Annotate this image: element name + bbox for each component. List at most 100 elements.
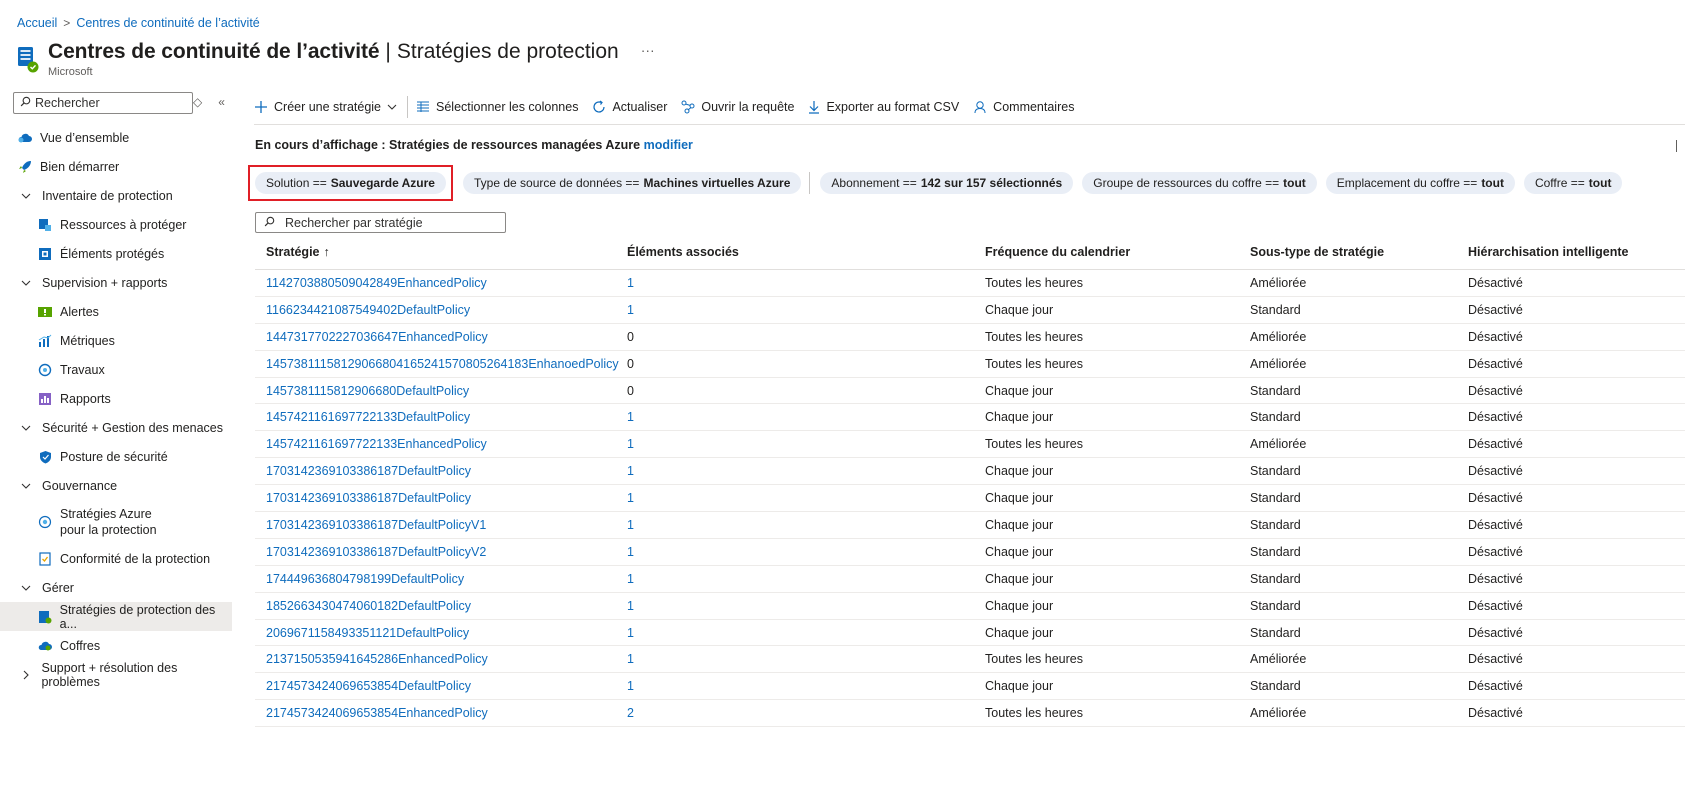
- policy-name-link[interactable]: 2137150535941645286EnhancedPolicy: [255, 652, 624, 666]
- sidebar-item-jobs[interactable]: Travaux: [0, 355, 232, 384]
- schedule-frequency: Chaque jour: [985, 410, 1054, 425]
- smart-tiering-status: Désactivé: [1468, 410, 1523, 425]
- column-header-policy[interactable]: Stratégie ↑: [255, 245, 624, 259]
- sidebar-search-input[interactable]: Rechercher: [13, 92, 193, 114]
- modify-view-link[interactable]: modifier: [644, 138, 693, 152]
- select-columns-button[interactable]: Sélectionner les colonnes: [416, 100, 578, 114]
- policy-name-link[interactable]: 2174573424069653854DefaultPolicy: [255, 679, 624, 693]
- policy-name-link[interactable]: 1703142369103386187DefaultPolicy: [255, 491, 624, 505]
- sidebar-item-metrics[interactable]: Métriques: [0, 326, 232, 355]
- sidebar-group-monitoring-reports[interactable]: Supervision + rapports: [0, 268, 232, 297]
- sidebar-group-support[interactable]: Support + résolution des problèmes: [0, 660, 232, 689]
- sidebar-item-reports[interactable]: Rapports: [0, 384, 232, 413]
- policy-name-link[interactable]: 1166234421087549402DefaultPolicy: [255, 303, 624, 317]
- policy-name-link[interactable]: 1447317702227036647EnhancedPolicy: [255, 330, 624, 344]
- filter-pill-location[interactable]: Emplacement du coffre == tout: [1325, 172, 1515, 194]
- export-csv-button[interactable]: Exporter au format CSV: [808, 100, 959, 114]
- sidebar-group-governance[interactable]: Gouvernance: [0, 471, 232, 500]
- sidebar-item-compliance[interactable]: Conformité de la protection: [0, 544, 232, 573]
- associated-items-count[interactable]: 1: [624, 599, 985, 613]
- breadcrumb-home-link[interactable]: Accueil: [17, 16, 57, 30]
- schedule-frequency: Chaque jour: [985, 679, 1054, 694]
- sidebar-item-get-started[interactable]: Bien démarrer: [0, 152, 232, 181]
- filter-pill-datasource-type[interactable]: Type de source de données == Machines vi…: [462, 172, 802, 194]
- associated-items-count[interactable]: 1: [624, 545, 985, 559]
- sidebar-item-overview[interactable]: Vue d’ensemble: [0, 123, 232, 152]
- table-row: 2069671158493351121DefaultPolicy 1 Chaque …: [255, 620, 1685, 647]
- policy-name-link[interactable]: 2174573424069653854EnhancedPolicy: [255, 706, 624, 720]
- associated-items-count[interactable]: 1: [624, 276, 985, 290]
- filter-pill-resource-group[interactable]: Groupe de ressources du coffre == tout: [1082, 172, 1317, 194]
- refresh-button[interactable]: Actualiser: [592, 100, 667, 114]
- associated-items-count[interactable]: 1: [624, 652, 985, 666]
- column-header-schedule[interactable]: Fréquence du calendrier: [985, 245, 1250, 259]
- policy-name-link[interactable]: 1703142369103386187DefaultPolicy: [255, 464, 624, 478]
- policy-name-link[interactable]: 1142703880509042849EnhancedPolicy: [255, 276, 624, 290]
- policy-name-link[interactable]: 1457381115812906680DefaultPolicy: [255, 384, 624, 398]
- schedule-frequency: Chaque jour: [985, 598, 1054, 613]
- sidebar-item-security-posture[interactable]: Posture de sécurité: [0, 442, 232, 471]
- compliance-icon: [37, 551, 53, 567]
- associated-items-count[interactable]: 1: [624, 437, 985, 451]
- page-title: Centres de continuité de l’activité: [48, 40, 380, 63]
- policy-search-input[interactable]: Rechercher par stratégie: [255, 212, 506, 233]
- associated-items-count[interactable]: 2: [624, 706, 985, 720]
- policy-name-link[interactable]: 145738111581290668041652415708052641​83E…: [255, 357, 624, 371]
- toolbar-divider-line: [254, 124, 1685, 125]
- vault-icon: [37, 638, 53, 654]
- sidebar-item-label: Coffres: [60, 638, 101, 653]
- policy-name-link[interactable]: 1703142369103386187DefaultPolicyV2: [255, 545, 624, 559]
- associated-items-count[interactable]: 1: [624, 410, 985, 424]
- smart-tiering-status: Désactivé: [1468, 437, 1523, 452]
- business-continuity-icon: [17, 46, 39, 74]
- breadcrumb-current-link[interactable]: Centres de continuité de l’activité: [76, 16, 259, 30]
- sidebar-group-manage[interactable]: Gérer: [0, 573, 232, 602]
- sidebar-item-label: Gouvernance: [42, 478, 118, 493]
- table-row: 1457381115812906680DefaultPolicy 0 Chaque …: [255, 378, 1685, 405]
- associated-items-count[interactable]: 1: [624, 303, 985, 317]
- associated-items-count[interactable]: 1: [624, 572, 985, 586]
- associated-items-count[interactable]: 1: [624, 491, 985, 505]
- associated-items-count[interactable]: 1: [624, 464, 985, 478]
- collapse-sidebar-icon[interactable]: «: [218, 95, 225, 109]
- policy-subtype: Standard: [1250, 598, 1301, 613]
- filter-pill-subscription[interactable]: Abonnement == 142 sur 157 sélectionnés: [820, 172, 1074, 194]
- associated-items-count[interactable]: 1: [624, 518, 985, 532]
- schedule-frequency: Chaque jour: [985, 625, 1054, 640]
- policy-name-link[interactable]: 1852663430474060182DefaultPolicy: [255, 599, 624, 613]
- sidebar-group-security[interactable]: Sécurité + Gestion des menaces: [0, 413, 232, 442]
- sidebar-item-protected-items[interactable]: Éléments protégés: [0, 239, 232, 268]
- page-org: Microsoft: [48, 66, 93, 78]
- filter-diamond-icon[interactable]: ◇: [193, 95, 202, 109]
- policy-subtype: Standard: [1250, 383, 1301, 398]
- sidebar-item-protection-policies[interactable]: Stratégies de protection des a...: [0, 602, 232, 631]
- policy-name-link[interactable]: 2069671158493351121DefaultPolicy: [255, 626, 624, 640]
- policy-name-link[interactable]: 174449636804798199DefaultPolicy: [255, 572, 624, 586]
- table-row: 1703142369103386187DefaultPolicy 1 Chaque …: [255, 485, 1685, 513]
- table-row: 2174573424069653854DefaultPolicy 1 Chaque …: [255, 673, 1685, 701]
- sidebar-item-alerts[interactable]: Alertes: [0, 297, 232, 326]
- column-header-smart-tiering[interactable]: Hiérarchisation intelligente: [1468, 245, 1685, 259]
- associated-items-count[interactable]: 1: [624, 626, 985, 640]
- policy-name-link[interactable]: 1703142369103386187DefaultPolicyV1: [255, 518, 624, 532]
- column-header-subtype[interactable]: Sous-type de stratégie: [1250, 245, 1468, 259]
- sidebar-group-protection-inventory[interactable]: Inventaire de protection: [0, 181, 232, 210]
- filter-pill-solution[interactable]: Solution == Sauvegarde Azure: [255, 172, 446, 194]
- sidebar-item-vaults[interactable]: Coffres: [0, 631, 232, 660]
- policy-subtype: Standard: [1250, 679, 1301, 694]
- filter-pill-vault[interactable]: Coffre == tout: [1523, 172, 1623, 194]
- sidebar-item-azure-policies[interactable]: Stratégies Azure pour la protection: [0, 500, 232, 544]
- policy-name-link[interactable]: 1457421161697722133EnhancedPolicy: [255, 437, 624, 451]
- more-options-icon[interactable]: ···: [641, 42, 655, 58]
- associated-items-count[interactable]: 1: [624, 679, 985, 693]
- policy-subtype: Standard: [1250, 517, 1301, 532]
- policy-name-link[interactable]: 1457421161697722133DefaultPolicy: [255, 410, 624, 424]
- highlighted-filter-box: Solution == Sauvegarde Azure: [248, 165, 453, 201]
- sidebar-item-resources-to-protect[interactable]: Ressources à protéger: [0, 210, 232, 239]
- open-query-button[interactable]: Ouvrir la requête: [681, 100, 794, 114]
- table-row: 1142703880509042849EnhancedPolicy 1 Toutes…: [255, 270, 1685, 297]
- create-policy-button[interactable]: Créer une stratégie: [254, 100, 397, 114]
- feedback-button[interactable]: Commentaires: [973, 100, 1074, 114]
- column-header-associated-items[interactable]: Éléments associés: [624, 245, 985, 259]
- filter-value: tout: [1481, 176, 1504, 190]
